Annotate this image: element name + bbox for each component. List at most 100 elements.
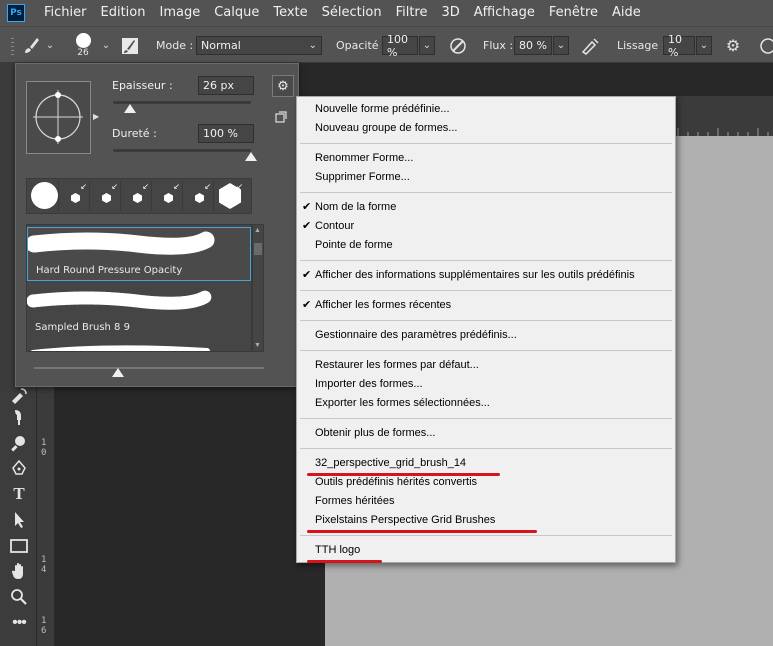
menu-fichier[interactable]: Fichier	[37, 0, 94, 26]
arrow-right-icon: ▶	[93, 112, 100, 121]
menu-item-exporter-les-formes-selectionnees[interactable]: Exporter les formes sélectionnées...	[297, 394, 675, 413]
recent-brush-6[interactable]: ↙	[184, 181, 214, 211]
menu-item-outils-predefinis-herites-convertis[interactable]: Outils prédéfinis hérités convertis	[297, 473, 675, 492]
options-bar: ⌄ 26 ⌄ Mode : Normal ⌄ Opacité : 100 % ⌄…	[0, 26, 773, 63]
brush-angle-preview[interactable]	[26, 81, 91, 154]
menu-aide[interactable]: Aide	[605, 0, 648, 26]
size-slider-knob[interactable]	[123, 104, 136, 113]
menu-calque[interactable]: Calque	[207, 0, 266, 26]
pressure-opacity-icon[interactable]	[446, 27, 470, 64]
flow-value[interactable]: 80 %	[514, 36, 552, 55]
menu-item-label: Restaurer les formes par défaut...	[315, 359, 479, 371]
scrollbar-thumb[interactable]	[254, 243, 262, 255]
recent-brush-3[interactable]: ↙	[91, 181, 121, 211]
smoothing-label: Lissage :	[617, 39, 666, 52]
new-preset-icon[interactable]	[275, 110, 287, 123]
menu-item-nom-de-la-forme[interactable]: ✔ Nom de la forme	[297, 198, 675, 217]
chevron-down-icon[interactable]: ⌄	[419, 36, 435, 55]
recent-brush-5[interactable]: ↙	[153, 181, 183, 211]
dodge-icon[interactable]	[9, 433, 29, 453]
menu-item-importer-des-formes[interactable]: Importer des formes...	[297, 375, 675, 394]
mode-select[interactable]: Normal ⌄	[196, 27, 322, 64]
menu-item-obtenir-plus-de-formes[interactable]: Obtenir plus de formes...	[297, 424, 675, 443]
brush-preset-picker[interactable]: 26	[64, 27, 102, 64]
panel-gear-button[interactable]: ⚙	[272, 75, 294, 97]
menu-selection[interactable]: Sélection	[315, 0, 389, 26]
size-field[interactable]: 26 px	[198, 76, 254, 95]
menu-item-nouvelle-forme-predefinie[interactable]: Nouvelle forme prédéfinie...	[297, 100, 675, 119]
preview-size-knob[interactable]	[112, 368, 124, 377]
menu-texte[interactable]: Texte	[266, 0, 314, 26]
menu-affichage[interactable]: Affichage	[467, 0, 542, 26]
menu-item-label: Nom de la forme	[315, 201, 397, 213]
menu-fenetre[interactable]: Fenêtre	[542, 0, 605, 26]
menu-item-label: Renommer Forme...	[315, 152, 414, 164]
menu-separator	[300, 143, 672, 144]
scroll-up-icon[interactable]: ▲	[254, 227, 261, 234]
airbrush-icon[interactable]	[578, 27, 602, 64]
chevron-down-icon[interactable]: ⌄	[100, 27, 112, 64]
smoothing-field[interactable]: 10 % ⌄	[663, 27, 712, 64]
menu-item-32-perspective-grid-brush-14[interactable]: 32_perspective_grid_brush_14	[297, 454, 675, 473]
menu-edition[interactable]: Edition	[94, 0, 153, 26]
scroll-down-icon[interactable]: ▼	[254, 342, 261, 349]
more-tools-icon[interactable]: •••	[9, 613, 29, 633]
check-icon: ✔	[302, 220, 312, 232]
menu-item-afficher-des-informations-supplementaires-sur-les-outils-predefinis[interactable]: ✔ Afficher des informations supplémentair…	[297, 266, 675, 285]
recent-brush-2[interactable]: ↙	[60, 181, 90, 211]
app-logo[interactable]: Ps	[7, 4, 25, 22]
zoom-icon[interactable]	[9, 587, 29, 607]
hardness-slider[interactable]	[113, 149, 251, 152]
menu-filtre[interactable]: Filtre	[389, 0, 435, 26]
brush-list-scrollbar[interactable]: ▲ ▼	[252, 224, 264, 352]
preview-size-slider[interactable]	[34, 367, 264, 369]
smudge-icon[interactable]	[9, 407, 29, 427]
menu-item-renommer-forme[interactable]: Renommer Forme...	[297, 149, 675, 168]
menu-3d[interactable]: 3D	[435, 0, 467, 26]
photoshop-window: Ps Fichier Edition Image Calque Texte Sé…	[0, 0, 773, 646]
menu-item-pixelstains-perspective-grid-brushes[interactable]: Pixelstains Perspective Grid Brushes	[297, 511, 675, 530]
smoothing-value[interactable]: 10 %	[663, 33, 695, 59]
chevron-down-icon[interactable]: ⌄	[44, 27, 56, 64]
menu-item-nouveau-groupe-de-formes[interactable]: Nouveau groupe de formes...	[297, 119, 675, 138]
hardness-field[interactable]: 100 %	[198, 124, 254, 143]
chevron-down-icon[interactable]: ⌄	[553, 36, 569, 55]
opacity-value[interactable]: 100 %	[382, 33, 418, 59]
rectangle-icon[interactable]	[9, 536, 29, 556]
hardness-label: Dureté :	[112, 127, 157, 140]
menu-item-gestionnaire-des-parametres-predefinis[interactable]: Gestionnaire des paramètres prédéfinis..…	[297, 326, 675, 345]
menu-item-contour[interactable]: ✔ Contour	[297, 217, 675, 236]
menu-item-supprimer-forme[interactable]: Supprimer Forme...	[297, 168, 675, 187]
angle-icon[interactable]	[754, 27, 773, 64]
hand-icon[interactable]	[9, 561, 29, 581]
menu-item-restaurer-les-formes-par-defaut[interactable]: Restaurer les formes par défaut...	[297, 356, 675, 375]
menu-item-tth-logo[interactable]: TTH logo	[297, 541, 675, 560]
menu-item-formes-heritees[interactable]: Formes héritées	[297, 492, 675, 511]
gear-icon[interactable]: ⚙	[722, 27, 744, 64]
brush-item-partial[interactable]	[27, 337, 251, 351]
recent-brush-4[interactable]: ↙	[122, 181, 152, 211]
brush-item-sampled[interactable]: Sampled Brush 8 9	[27, 283, 251, 337]
brush-tool-icon[interactable]	[18, 27, 44, 64]
hardness-slider-knob[interactable]	[245, 152, 257, 161]
history-brush-icon[interactable]	[9, 386, 29, 406]
path-selection-icon[interactable]	[9, 510, 29, 530]
brush-item-hard-round[interactable]: Hard Round Pressure Opacity	[27, 227, 251, 281]
recent-brush-7[interactable]: ↙	[215, 181, 245, 211]
menu-image[interactable]: Image	[152, 0, 207, 26]
menu-item-afficher-les-formes-recentes[interactable]: ✔ Afficher les formes récentes	[297, 296, 675, 315]
opacity-field[interactable]: 100 % ⌄	[382, 27, 435, 64]
brush-preset-panel: ▶ Epaisseur : 26 px Dureté : 100 % ⚙ ↙ ↙…	[15, 63, 299, 387]
ruler-tick: 0	[41, 448, 47, 458]
menu-item-pointe-de-forme[interactable]: Pointe de forme	[297, 236, 675, 255]
flow-field[interactable]: 80 % ⌄	[514, 27, 569, 64]
chevron-down-icon[interactable]: ⌄	[696, 36, 712, 55]
type-icon[interactable]: T	[9, 484, 29, 504]
brush-settings-toggle[interactable]	[119, 27, 141, 64]
gear-icon: ⚙	[277, 78, 289, 93]
menu-item-label: Nouvelle forme prédéfinie...	[315, 103, 450, 115]
menu-item-label: Contour	[315, 220, 355, 232]
pen-icon[interactable]	[9, 458, 29, 478]
mode-label: Mode :	[156, 39, 194, 52]
recent-brush-1[interactable]	[29, 181, 59, 211]
